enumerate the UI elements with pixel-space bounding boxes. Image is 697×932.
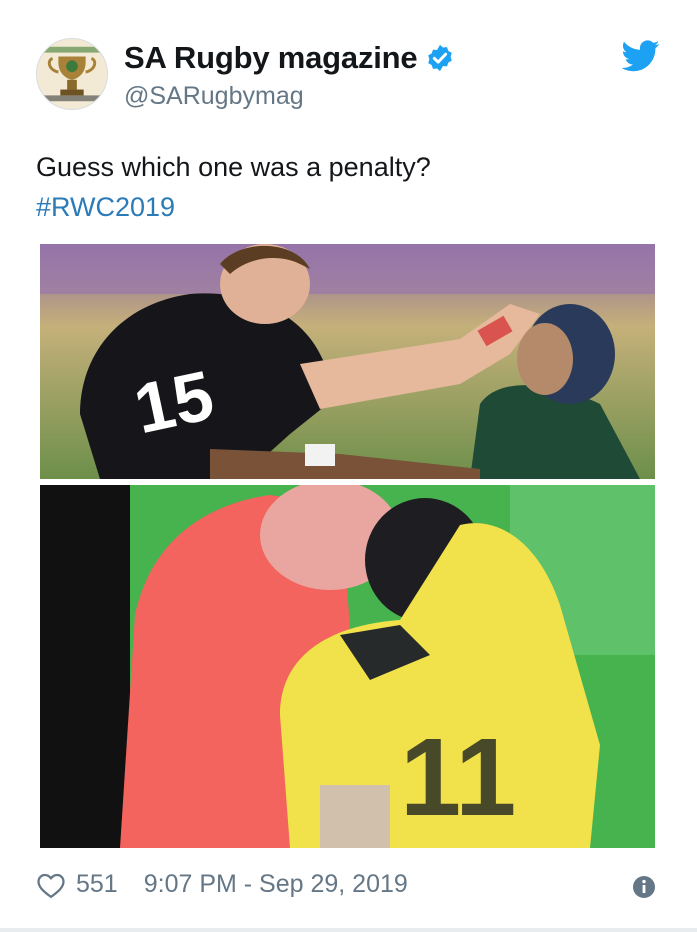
tweet-media[interactable]: 15 11	[40, 244, 655, 848]
author-name-row[interactable]: SA Rugby magazine	[124, 40, 455, 76]
tweet-footer: 551 9:07 PM - Sep 29, 2019	[36, 870, 408, 899]
verified-badge-icon	[428, 44, 453, 72]
svg-text:11: 11	[400, 716, 516, 839]
like-count[interactable]: 551	[76, 870, 118, 899]
rugby-tackle-photo[interactable]: 15	[40, 244, 655, 479]
user-handle[interactable]: @SARugbymag	[124, 82, 304, 111]
hashtag-link[interactable]: #RWC2019	[36, 187, 175, 227]
avatar[interactable]	[36, 38, 108, 110]
display-name[interactable]: SA Rugby magazine	[124, 40, 418, 76]
twitter-bird-icon[interactable]	[622, 40, 660, 72]
timestamp[interactable]: 9:07 PM - Sep 29, 2019	[144, 870, 408, 899]
svg-text:15: 15	[128, 356, 220, 448]
rugby-tackle-closeup-photo[interactable]: 11	[40, 485, 655, 848]
heart-icon[interactable]	[36, 871, 66, 899]
trophy-logo-image	[37, 39, 107, 109]
divider	[0, 928, 697, 932]
tweet-text: Guess which one was a penalty?	[36, 152, 431, 182]
info-icon[interactable]	[632, 875, 656, 899]
tweet-card: SA Rugby magazine @SARugbymag Guess whic…	[0, 0, 697, 932]
